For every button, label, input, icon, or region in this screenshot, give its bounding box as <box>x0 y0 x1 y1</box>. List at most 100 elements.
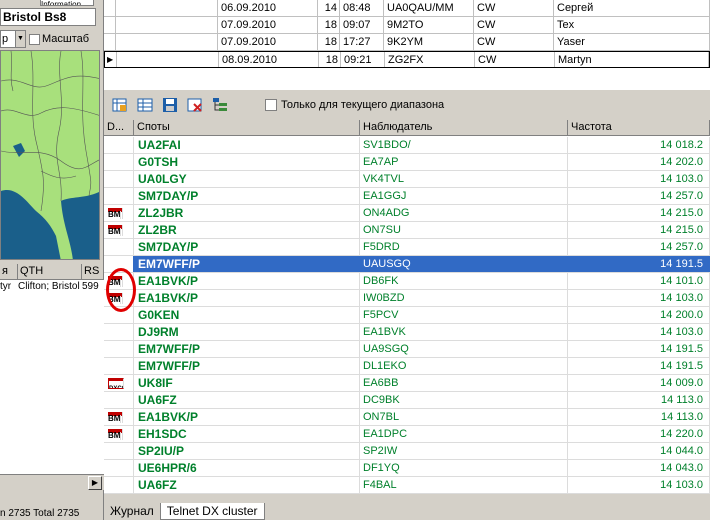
spot-row[interactable]: UA6FZ F4BAL 14 103.0 <box>104 477 710 494</box>
tab-journal[interactable]: Журнал <box>104 503 160 520</box>
spot-cell-d <box>104 358 134 374</box>
col-frequency[interactable]: Частота <box>568 120 710 135</box>
log-table: 06.09.2010 14 08:48 UA0QAU/MM CW Сергей 07.09.… <box>104 0 710 90</box>
spot-cell-frequency: 14 191.5 <box>568 341 710 357</box>
spot-cell-frequency: 14 215.0 <box>568 205 710 221</box>
spot-row[interactable]: SM7DAY/P EA1GGJ 14 257.0 <box>104 188 710 205</box>
grid-add-icon[interactable] <box>110 95 130 115</box>
spot-cell-observer: EA1GGJ <box>360 188 568 204</box>
location-tab[interactable]: Information <box>40 0 94 6</box>
spot-cell-call: G0TSH <box>134 154 360 170</box>
log-cell-hour: 18 <box>318 17 340 33</box>
log-row[interactable]: ▶ 08.09.2010 18 09:21 ZG2FX CW Martyn <box>104 51 710 68</box>
log-cell-mode: CW <box>474 17 554 33</box>
spot-row[interactable]: UE6HPR/6 DF1YQ 14 043.0 <box>104 460 710 477</box>
spot-cell-observer: UAUSGQ <box>360 256 568 272</box>
spot-cell-observer: VK4TVL <box>360 171 568 187</box>
spot-row[interactable]: EM7WFF/P UAUSGQ 14 191.5 <box>104 256 710 273</box>
chevron-down-icon[interactable]: ▼ <box>15 31 25 47</box>
log-cell-call: ZG2FX <box>385 52 475 67</box>
app-window: Information Bristol Bs8 p ▼ Масштаб я QT… <box>0 0 710 520</box>
spot-cell-d: BM <box>104 409 134 425</box>
spot-cell-frequency: 14 202.0 <box>568 154 710 170</box>
col-spots[interactable]: Споты <box>134 120 360 135</box>
row-indicator <box>104 17 116 33</box>
spot-cell-call: SP2IU/P <box>134 443 360 459</box>
map-select[interactable]: p ▼ <box>0 30 26 48</box>
row-indicator <box>104 0 116 16</box>
spot-row[interactable]: DJ9RM EA1BVK 14 103.0 <box>104 324 710 341</box>
spot-cell-frequency: 14 257.0 <box>568 239 710 255</box>
spot-cell-d <box>104 188 134 204</box>
grid-table-icon[interactable] <box>135 95 155 115</box>
spot-cell-observer: ON7SU <box>360 222 568 238</box>
scale-checkbox[interactable] <box>29 33 40 45</box>
log-row[interactable]: 06.09.2010 14 08:48 UA0QAU/MM CW Сергей <box>104 0 710 17</box>
spot-cell-call: EA1BVK/P <box>134 273 360 289</box>
spot-row[interactable]: G0KEN F5PCV 14 200.0 <box>104 307 710 324</box>
spot-row[interactable]: BM EA1BVK/P IW0BZD 14 103.0 <box>104 290 710 307</box>
spot-cell-d <box>104 341 134 357</box>
horizontal-scrollbar[interactable]: ▶ <box>0 474 104 490</box>
spot-cell-frequency: 14 103.0 <box>568 171 710 187</box>
row-indicator <box>104 34 116 50</box>
log-row[interactable]: 07.09.2010 18 17:27 9K2YM CW Yaser <box>104 34 710 51</box>
spot-cell-call: EH1SDC <box>134 426 360 442</box>
spot-row[interactable]: EM7WFF/P DL1EKO 14 191.5 <box>104 358 710 375</box>
spot-cell-observer: DC9BK <box>360 392 568 408</box>
spot-cell-frequency: 14 018.2 <box>568 137 710 153</box>
qth-col-name[interactable]: я <box>0 264 18 279</box>
log-cell-mode: CW <box>474 34 554 50</box>
log-cell-name: Martyn <box>555 52 709 67</box>
tree-icon[interactable] <box>210 95 230 115</box>
col-d[interactable]: D... <box>104 120 134 135</box>
spot-cell-call: SM7DAY/P <box>134 239 360 255</box>
spot-row[interactable]: UA2FAI SV1BDO/14 018.2 <box>104 137 710 154</box>
delete-icon[interactable] <box>185 95 205 115</box>
spot-cell-d: DXCC <box>104 375 134 391</box>
spot-cell-frequency: 14 043.0 <box>568 460 710 476</box>
log-cell-date: 07.09.2010 <box>218 17 318 33</box>
spot-cell-frequency: 14 113.0 <box>568 392 710 408</box>
bottom-scrollbar[interactable] <box>104 494 710 503</box>
tab-telnet-dx-cluster[interactable]: Telnet DX cluster <box>159 503 265 520</box>
current-band-checkbox[interactable] <box>265 99 277 111</box>
scroll-right-icon[interactable]: ▶ <box>88 476 102 490</box>
qth-col-rs[interactable]: RS <box>82 264 104 279</box>
spot-row[interactable]: BM ZL2JBR ON4ADG 14 215.0 <box>104 205 710 222</box>
spot-row[interactable]: BM ZL2BR ON7SU 14 215.0 <box>104 222 710 239</box>
location-field[interactable]: Bristol Bs8 <box>0 8 96 26</box>
map-icon <box>1 51 99 259</box>
spot-cell-call: UA2FAI <box>134 137 360 153</box>
spot-row[interactable]: SP2IU/P SP2IW 14 044.0 <box>104 443 710 460</box>
log-cell-time: 09:21 <box>341 52 385 67</box>
spot-cell-frequency: 14 191.5 <box>568 256 710 272</box>
spot-row[interactable]: BM EA1BVK/P DB6FK 14 101.0 <box>104 273 710 290</box>
spot-cell-d <box>104 324 134 340</box>
spot-cell-observer: SP2IW <box>360 443 568 459</box>
spot-row[interactable]: UA0LGY VK4TVL 14 103.0 <box>104 171 710 188</box>
spot-row[interactable]: SM7DAY/P F5DRD 14 257.0 <box>104 239 710 256</box>
spot-cell-call: UE6HPR/6 <box>134 460 360 476</box>
qth-col-qth[interactable]: QTH <box>18 264 82 279</box>
spots-grid: D... Споты Наблюдатель Частота UA2FAI SV1… <box>104 120 710 494</box>
log-row[interactable]: 07.09.2010 18 09:07 9M2TO CW Tex <box>104 17 710 34</box>
qth-row[interactable]: tyr Clifton; Bristol 599 <box>0 280 104 294</box>
spot-cell-observer: SV1BDO/ <box>360 137 568 153</box>
spot-cell-observer: ON7BL <box>360 409 568 425</box>
spot-row[interactable]: DXCC UK8IFEA6BB14 009.0 <box>104 375 710 392</box>
spot-cell-frequency: 14 103.0 <box>568 324 710 340</box>
spot-row[interactable]: EM7WFF/P UA9SGQ 14 191.5 <box>104 341 710 358</box>
save-icon[interactable] <box>160 95 180 115</box>
spot-cell-frequency: 14 257.0 <box>568 188 710 204</box>
col-observer[interactable]: Наблюдатель <box>360 120 568 135</box>
qth-name: tyr <box>0 281 12 292</box>
spot-cell-frequency: 14 103.0 <box>568 290 710 306</box>
spot-cell-call: UK8IF <box>134 375 360 391</box>
log-cell-date: 08.09.2010 <box>219 52 319 67</box>
spot-row[interactable]: BM EA1BVK/P ON7BL 14 113.0 <box>104 409 710 426</box>
spot-row[interactable]: G0TSH EA7AP 14 202.0 <box>104 154 710 171</box>
spot-row[interactable]: BM EH1SDC EA1DPC 14 220.0 <box>104 426 710 443</box>
spot-row[interactable]: UA6FZ DC9BK 14 113.0 <box>104 392 710 409</box>
map-view[interactable] <box>0 50 100 260</box>
